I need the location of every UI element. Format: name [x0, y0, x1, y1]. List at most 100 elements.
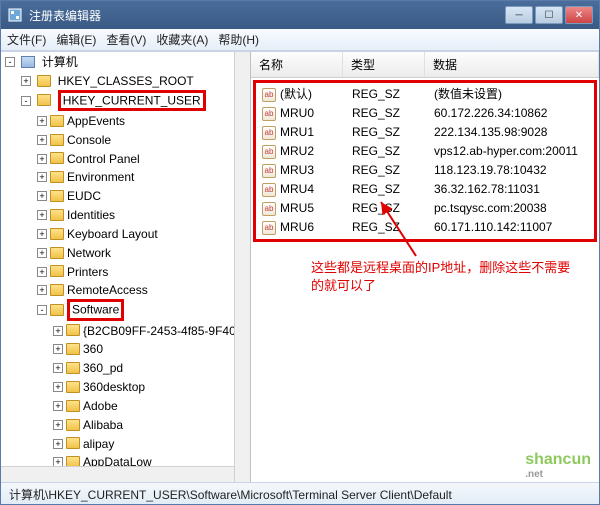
- menu-help[interactable]: 帮助(H): [218, 31, 259, 48]
- tree-item[interactable]: +RemoteAccess: [37, 280, 250, 299]
- minimize-button[interactable]: ─: [505, 6, 533, 24]
- folder-icon: [66, 362, 80, 374]
- expand-icon[interactable]: +: [53, 420, 63, 430]
- tree-item[interactable]: +Alibaba: [53, 415, 250, 434]
- folder-icon: [50, 152, 64, 164]
- value-row[interactable]: abMRU6REG_SZ60.171.110.142:11007: [256, 218, 594, 237]
- list-header: 名称 类型 数据: [251, 52, 599, 78]
- folder-icon: [50, 284, 64, 296]
- folder-icon: [50, 171, 64, 183]
- value-row[interactable]: abMRU1REG_SZ222.134.135.98:9028: [256, 123, 594, 142]
- expand-icon[interactable]: +: [37, 229, 47, 239]
- expand-icon[interactable]: +: [37, 248, 47, 258]
- expand-icon[interactable]: +: [37, 172, 47, 182]
- expand-icon[interactable]: +: [37, 154, 47, 164]
- expand-icon[interactable]: +: [37, 267, 47, 277]
- folder-icon: [50, 134, 64, 146]
- folder-icon: [50, 304, 64, 316]
- expand-icon[interactable]: +: [53, 344, 63, 354]
- tree-item[interactable]: +360desktop: [53, 377, 250, 396]
- folder-icon: [66, 343, 80, 355]
- close-button[interactable]: ✕: [565, 6, 593, 24]
- titlebar[interactable]: 注册表编辑器 ─ ☐ ✕: [1, 1, 599, 29]
- value-row[interactable]: abMRU5REG_SZpc.tsqysc.com:20038: [256, 199, 594, 218]
- annotation-text: 这些都是远程桌面的IP地址，删除这些不需要的就可以了: [311, 259, 571, 295]
- string-value-icon: ab: [262, 183, 276, 197]
- tree-item[interactable]: +Keyboard Layout: [37, 224, 250, 243]
- expand-icon[interactable]: +: [21, 76, 31, 86]
- string-value-icon: ab: [262, 202, 276, 216]
- col-header-type[interactable]: 类型: [343, 52, 425, 77]
- collapse-icon[interactable]: -: [5, 57, 15, 67]
- folder-icon: [66, 419, 80, 431]
- value-row[interactable]: ab(默认)REG_SZ(数值未设置): [256, 85, 594, 104]
- value-row[interactable]: abMRU0REG_SZ60.172.226.34:10862: [256, 104, 594, 123]
- folder-icon: [50, 247, 64, 259]
- expand-icon[interactable]: +: [37, 191, 47, 201]
- folder-icon: [66, 324, 80, 336]
- expand-icon[interactable]: +: [53, 401, 63, 411]
- regedit-window: 注册表编辑器 ─ ☐ ✕ 文件(F) 编辑(E) 查看(V) 收藏夹(A) 帮助…: [0, 0, 600, 505]
- value-row[interactable]: abMRU2REG_SZvps12.ab-hyper.com:20011: [256, 142, 594, 161]
- expand-icon[interactable]: +: [53, 382, 63, 392]
- maximize-button[interactable]: ☐: [535, 6, 563, 24]
- menu-file[interactable]: 文件(F): [7, 31, 46, 48]
- col-header-name[interactable]: 名称: [251, 52, 343, 77]
- tree-root[interactable]: - 计算机 + HKEY_CLASSES_ROOT -: [5, 52, 250, 482]
- string-value-icon: ab: [262, 164, 276, 178]
- tree-hkcu[interactable]: - HKEY_CURRENT_USER +AppEvents+Console+C…: [21, 90, 250, 482]
- tree-item[interactable]: +360_pd: [53, 358, 250, 377]
- statusbar: 计算机\HKEY_CURRENT_USER\Software\Microsoft…: [1, 482, 599, 504]
- tree-item[interactable]: +EUDC: [37, 186, 250, 205]
- highlight-software: Software: [67, 299, 124, 320]
- tree-pane[interactable]: - 计算机 + HKEY_CLASSES_ROOT -: [1, 52, 251, 482]
- tree-item[interactable]: +AppEvents: [37, 111, 250, 130]
- expand-icon[interactable]: +: [37, 285, 47, 295]
- menu-edit[interactable]: 编辑(E): [56, 31, 96, 48]
- string-value-icon: ab: [262, 221, 276, 235]
- value-row[interactable]: abMRU3REG_SZ118.123.19.78:10432: [256, 161, 594, 180]
- tree-scrollbar-h[interactable]: [1, 466, 234, 482]
- folder-icon: [50, 190, 64, 202]
- expand-icon[interactable]: +: [37, 210, 47, 220]
- expand-icon[interactable]: +: [37, 116, 47, 126]
- folder-icon: [66, 381, 80, 393]
- computer-icon: [21, 56, 35, 68]
- expand-icon[interactable]: +: [53, 439, 63, 449]
- folder-icon: [37, 94, 51, 106]
- highlight-hkcu: HKEY_CURRENT_USER: [58, 90, 206, 111]
- tree-item[interactable]: +Printers: [37, 262, 250, 281]
- tree-item[interactable]: +{B2CB09FF-2453-4f85-9F40-21C05E: [53, 321, 250, 340]
- folder-icon: [50, 265, 64, 277]
- collapse-icon[interactable]: -: [21, 96, 31, 106]
- window-title: 注册表编辑器: [29, 7, 505, 24]
- expand-icon[interactable]: +: [53, 363, 63, 373]
- tree-item[interactable]: +Environment: [37, 167, 250, 186]
- tree-item[interactable]: +Identities: [37, 205, 250, 224]
- tree-hkcr[interactable]: + HKEY_CLASSES_ROOT: [21, 71, 250, 90]
- value-row[interactable]: abMRU4REG_SZ36.32.162.78:11031: [256, 180, 594, 199]
- tree-software[interactable]: - Software+{B2CB09FF-2453-4f85-9F40-21C05…: [37, 299, 250, 482]
- expand-icon[interactable]: +: [53, 326, 63, 336]
- menu-view[interactable]: 查看(V): [106, 31, 146, 48]
- string-value-icon: ab: [262, 145, 276, 159]
- tree-item[interactable]: +360: [53, 339, 250, 358]
- string-value-icon: ab: [262, 88, 276, 102]
- string-value-icon: ab: [262, 107, 276, 121]
- col-header-data[interactable]: 数据: [425, 52, 599, 77]
- tree-item[interactable]: +alipay: [53, 434, 250, 453]
- tree-item[interactable]: +Console: [37, 130, 250, 149]
- tree-item[interactable]: +Network: [37, 243, 250, 262]
- menu-fav[interactable]: 收藏夹(A): [156, 31, 208, 48]
- tree-item[interactable]: +Control Panel: [37, 149, 250, 168]
- tree-scrollbar-v[interactable]: [234, 52, 250, 482]
- folder-icon: [37, 75, 51, 87]
- menubar: 文件(F) 编辑(E) 查看(V) 收藏夹(A) 帮助(H): [1, 29, 599, 51]
- collapse-icon[interactable]: -: [37, 305, 47, 315]
- folder-icon: [50, 115, 64, 127]
- folder-icon: [66, 437, 80, 449]
- tree-item[interactable]: +Adobe: [53, 396, 250, 415]
- expand-icon[interactable]: +: [37, 135, 47, 145]
- app-icon: [7, 7, 23, 23]
- folder-icon: [66, 400, 80, 412]
